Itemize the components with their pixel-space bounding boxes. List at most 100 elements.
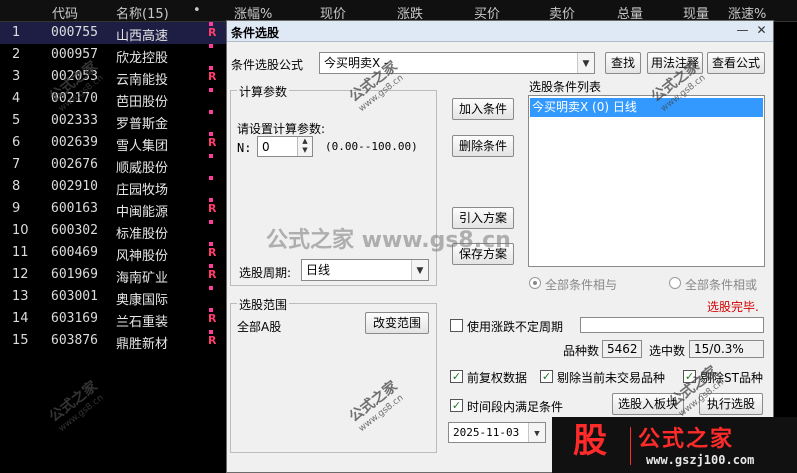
time-range-checkbox[interactable]: ✓ [450,399,463,412]
r-flag-icon: R [208,70,217,83]
minimize-icon[interactable]: — [734,23,751,39]
table-row[interactable]: 2 000957 欣龙控股 [0,44,230,66]
period-select[interactable]: 日线 ▼ [301,259,429,281]
table-row[interactable]: 8 002910 庄园牧场 [0,176,230,198]
close-icon[interactable]: ✕ [753,23,770,39]
logo-url: www.gszj100.com [646,453,755,467]
table-row[interactable]: 11 600469 风神股份 R [0,242,230,264]
period-value: 日线 [306,263,331,277]
row-index: 6 [12,135,21,150]
stock-name: 海南矿业 [116,271,169,286]
stock-name: 标准股份 [116,227,169,242]
radio-and[interactable] [529,277,541,289]
change-range-button[interactable]: 改变范围 [365,312,429,334]
row-index: 9 [12,201,21,216]
table-row[interactable]: 6 002639 雪人集团 R [0,132,230,154]
mark-dot-icon [209,88,213,92]
mark-dot-icon [209,44,213,48]
table-row[interactable]: 5 002333 罗普斯金 [0,110,230,132]
view-formula-button[interactable]: 查看公式 [707,52,765,74]
dialog-titlebar[interactable]: 条件选股 — ✕ [227,21,773,42]
row-index: 14 [12,311,29,326]
stock-name: 中闽能源 [116,205,169,220]
remove-untraded-label: 剔除当前未交易品种 [557,371,666,385]
run-selection-button[interactable]: 执行选股 [699,393,763,415]
radio-or[interactable] [669,277,681,289]
mark-dot-icon [209,132,213,136]
stock-name: 云南能投 [116,73,169,88]
remove-st-checkbox[interactable]: ✓ [683,370,696,383]
n-range: (0.00--100.00) [325,140,418,153]
usage-notes-button[interactable]: 用法注释 [647,52,703,74]
radio-or-label: 全部条件相或 [685,278,758,292]
condition-list[interactable]: 今买明卖X (0) 日线 [528,95,765,267]
stock-code: 600163 [51,201,98,216]
pre-adjusted-label: 前复权数据 [467,371,528,385]
r-flag-icon: R [208,202,217,215]
logo-glyph: 股 [573,421,607,461]
range-value: 全部A股 [237,320,282,334]
mark-dot-icon [209,286,213,290]
col-name[interactable]: 名称(15) [116,3,169,22]
row-index: 11 [12,245,29,260]
table-row[interactable]: 9 600163 中闽能源 R [0,198,230,220]
row-index: 1 [12,25,21,40]
use-period-checkbox[interactable] [450,319,463,332]
set-params-label: 请设置计算参数: [237,122,326,136]
find-button[interactable]: 查找 [605,52,641,74]
row-index: 2 [12,47,21,62]
import-scheme-button[interactable]: 引入方案 [452,207,514,229]
formula-combo[interactable]: 今买明卖X - ▼ [319,52,595,74]
stock-code: 603169 [51,311,98,326]
table-row[interactable]: 14 603169 兰石重装 R [0,308,230,330]
col-flag[interactable]: • [193,3,201,18]
stock-name: 欣龙控股 [116,51,169,66]
spin-arrows-icon[interactable]: ▲ ▼ [297,137,312,156]
chevron-down-icon[interactable]: ▼ [577,53,594,73]
date-picker[interactable]: 2025-11-03 ▼ [448,422,546,443]
table-row[interactable]: 7 002676 顺威股份 [0,154,230,176]
row-index: 7 [12,157,21,172]
r-flag-icon: R [208,334,217,347]
row-index: 8 [12,179,21,194]
chevron-down-icon[interactable]: ▼ [528,423,545,442]
period-input[interactable] [580,317,764,333]
n-stepper[interactable]: 0 ▲ ▼ [257,136,313,157]
r-flag-icon: R [208,26,217,39]
add-condition-button[interactable]: 加入条件 [452,98,514,120]
stock-code: 600302 [51,223,98,238]
delete-condition-button[interactable]: 删除条件 [452,135,514,157]
r-flag-icon: R [208,312,217,325]
table-row[interactable]: 12 601969 海南矿业 R [0,264,230,286]
table-row[interactable]: 13 603001 奥康国际 [0,286,230,308]
stock-name: 顺威股份 [116,161,169,176]
stock-code: 603001 [51,289,98,304]
logo-divider [630,427,631,465]
mark-dot-icon [209,198,213,202]
add-to-board-button[interactable]: 选股入板块 [612,393,684,415]
stock-name: 芭田股份 [116,95,169,110]
table-row[interactable]: 1 000755 山西高速 R [0,22,230,44]
stock-code: 600469 [51,245,98,260]
save-scheme-button[interactable]: 保存方案 [452,243,514,265]
stock-code: 000957 [51,47,98,62]
chevron-down-icon[interactable]: ▼ [411,260,428,280]
pre-adjusted-checkbox[interactable]: ✓ [450,370,463,383]
mark-dot-icon [209,176,213,180]
stock-code: 002170 [51,91,98,106]
calc-params-title: 计算参数 [237,83,290,100]
stock-code: 002639 [51,135,98,150]
row-index: 13 [12,289,29,304]
table-row[interactable]: 4 002170 芭田股份 [0,88,230,110]
table-row[interactable]: 15 603876 鼎胜新材 R [0,330,230,352]
col-code[interactable]: 代码 [52,3,78,22]
stock-code: 002676 [51,157,98,172]
site-logo: 股 公式之家 www.gszj100.com [552,417,797,473]
radio-and-label: 全部条件相与 [545,278,618,292]
table-row[interactable]: 3 002053 云南能投 R [0,66,230,88]
table-row[interactable]: 10 600302 标准股份 [0,220,230,242]
mark-dot-icon [209,66,213,70]
condition-list-item[interactable]: 今买明卖X (0) 日线 [530,98,763,117]
condition-list-label: 选股条件列表 [529,80,602,94]
remove-untraded-checkbox[interactable]: ✓ [540,370,553,383]
